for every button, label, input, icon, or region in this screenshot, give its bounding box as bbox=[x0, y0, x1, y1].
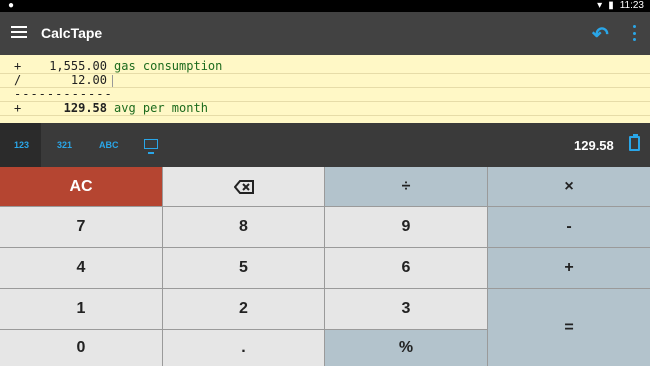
more-options-icon[interactable] bbox=[627, 25, 641, 41]
status-time: 11:23 bbox=[619, 0, 644, 11]
tape-separator: ------------ bbox=[14, 87, 113, 101]
tape-operator: + bbox=[14, 101, 22, 115]
percent-button[interactable]: % bbox=[325, 330, 487, 366]
tape-line[interactable]: / 12.00 bbox=[0, 73, 650, 88]
mode-321-button[interactable]: 321 bbox=[57, 140, 72, 150]
tape-separator-line: ------------ bbox=[0, 87, 650, 102]
tape-operator: / bbox=[14, 73, 22, 87]
multiply-button[interactable]: × bbox=[488, 167, 650, 206]
app-bar: CalcTape ↶ bbox=[0, 12, 650, 55]
tape-line[interactable]: + 129.58 avg per month bbox=[0, 101, 650, 116]
divide-button[interactable]: ÷ bbox=[325, 167, 487, 206]
status-bar: ● ▾ ▮ 11:23 bbox=[0, 0, 650, 12]
key-9[interactable]: 9 bbox=[325, 207, 487, 247]
app-title: CalcTape bbox=[41, 25, 103, 41]
key-4[interactable]: 4 bbox=[0, 248, 162, 288]
text-cursor bbox=[112, 75, 113, 87]
keypad-toolbar: 123 321 ABC 129.58 bbox=[0, 123, 650, 167]
plus-button[interactable]: + bbox=[488, 248, 650, 288]
copy-icon[interactable] bbox=[629, 134, 640, 151]
tape-note: avg per month bbox=[114, 101, 208, 115]
decimal-button[interactable]: . bbox=[163, 330, 324, 366]
backspace-icon bbox=[233, 179, 254, 194]
tape-line[interactable]: + 1,555.00 gas consumption bbox=[0, 59, 650, 74]
calculation-tape[interactable]: + 1,555.00 gas consumption / 12.00 -----… bbox=[0, 55, 650, 123]
menu-icon[interactable] bbox=[11, 26, 27, 38]
key-3[interactable]: 3 bbox=[325, 289, 487, 329]
location-icon: ● bbox=[8, 0, 15, 11]
tape-note: gas consumption bbox=[114, 59, 223, 73]
key-5[interactable]: 5 bbox=[163, 248, 324, 288]
ac-button[interactable]: AC bbox=[0, 167, 162, 206]
keyboard-icon[interactable] bbox=[144, 139, 158, 149]
key-8[interactable]: 8 bbox=[163, 207, 324, 247]
key-7[interactable]: 7 bbox=[0, 207, 162, 247]
status-icons: ▾ ▮ 11:23 bbox=[597, 0, 644, 11]
mode-abc-button[interactable]: ABC bbox=[99, 140, 119, 150]
mode-123-button[interactable]: 123 bbox=[14, 140, 29, 150]
backspace-button[interactable] bbox=[163, 167, 324, 206]
tape-value: 129.58 bbox=[63, 101, 107, 115]
keypad: AC ÷ × 7 8 9 - 4 5 6 + 1 2 3 = 0 . % bbox=[0, 167, 650, 366]
key-1[interactable]: 1 bbox=[0, 289, 162, 329]
wifi-icon: ▾ bbox=[597, 0, 603, 11]
tape-value: 12.00 bbox=[70, 73, 107, 87]
battery-icon: ▮ bbox=[608, 0, 614, 11]
minus-button[interactable]: - bbox=[488, 207, 650, 247]
tape-value: 1,555.00 bbox=[49, 59, 107, 73]
keyboard-icon-underline bbox=[148, 152, 154, 154]
result-display: 129.58 bbox=[574, 138, 614, 153]
key-0[interactable]: 0 bbox=[0, 330, 162, 366]
tape-operator: + bbox=[14, 59, 22, 73]
key-2[interactable]: 2 bbox=[163, 289, 324, 329]
undo-icon[interactable]: ↶ bbox=[592, 22, 609, 47]
key-6[interactable]: 6 bbox=[325, 248, 487, 288]
equals-button[interactable]: = bbox=[488, 289, 650, 366]
